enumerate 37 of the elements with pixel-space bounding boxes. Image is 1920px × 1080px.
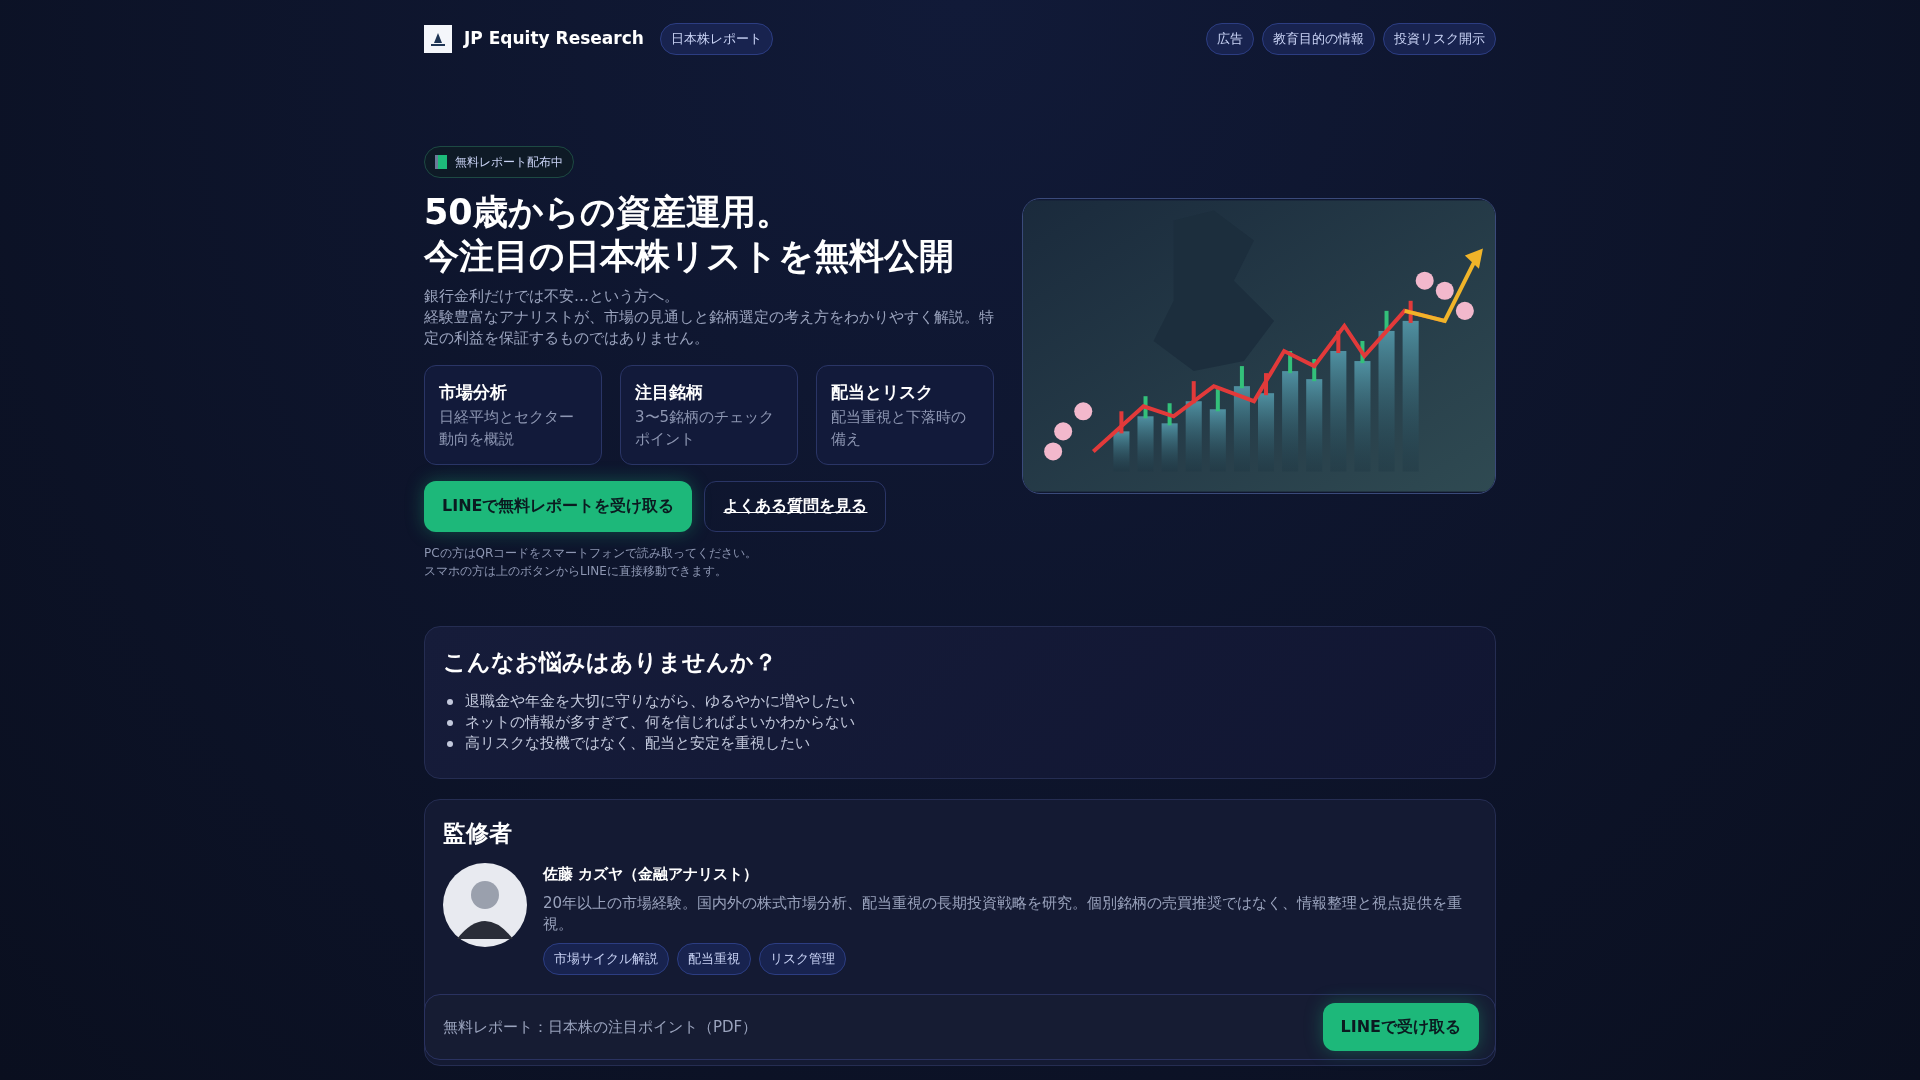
supervisor-bio: 20年以上の市場経験。国内外の株式市場分析、配当重視の長期投資戦略を研究。個別銘柄の売買推奨ではなく、情報整理と視点提供を重視。 bbox=[543, 893, 1464, 935]
feature-title: 配当とリスク bbox=[831, 381, 934, 404]
faq-button[interactable]: よくある質問を見る bbox=[704, 480, 887, 532]
brand-name: JP Equity Research bbox=[464, 27, 644, 51]
section-title: 監修者 bbox=[443, 819, 513, 848]
worry-text: 退職金や年金を大切に守りながら、ゆるやかに増やしたい bbox=[465, 691, 855, 712]
book-icon bbox=[435, 155, 447, 169]
bullet-icon bbox=[447, 740, 453, 747]
headline: 今注目の日本株リストを無料公開 bbox=[424, 235, 955, 278]
logo-icon bbox=[424, 25, 452, 53]
feature-text: 3〜5銘柄のチェックポイント bbox=[635, 406, 776, 450]
feature-title: 注目銘柄 bbox=[635, 381, 704, 404]
topic-tag: 市場サイクル解説 bbox=[543, 943, 669, 975]
line-receive-button[interactable]: LINEで受け取る bbox=[1322, 1003, 1479, 1051]
status-badge: 無料レポート配布中 bbox=[424, 146, 574, 178]
feature-title: 市場分析 bbox=[439, 381, 508, 404]
sticky-bar-text: 無料レポート：日本株の注目ポイント（PDF） bbox=[443, 1016, 758, 1038]
note-text: PCの方はQRコードをスマートフォンで読み取ってください。 bbox=[424, 544, 759, 562]
lead-text: 経験豊富なアナリストが、市場の見通しと銘柄選定の考え方をわかりやすく解説。特定の利益を保証するものではありません。 bbox=[424, 307, 994, 349]
note-text: スマホの方は上のボタンからLINEに直接移動できます。 bbox=[424, 562, 728, 580]
topic-tag: 配当重視 bbox=[677, 943, 751, 975]
topic-tag: リスク管理 bbox=[759, 943, 846, 975]
lead-text: 銀行金利だけでは不安…という方へ。 bbox=[424, 286, 680, 307]
category-badge: 日本株レポート bbox=[659, 23, 773, 55]
feature-text: 日経平均とセクター動向を概説 bbox=[439, 406, 575, 450]
supervisor-name: 佐藤 カズヤ（金融アナリスト） bbox=[543, 863, 760, 885]
worry-text: ネットの情報が多すぎて、何を信じればよいかわからない bbox=[465, 712, 855, 733]
bullet-icon bbox=[447, 719, 453, 726]
nav-link[interactable]: 教育目的の情報 bbox=[1262, 23, 1375, 55]
section-title: こんなお悩みはありませんか？ bbox=[443, 647, 778, 677]
nav-link[interactable]: 投資リスク開示 bbox=[1383, 23, 1496, 55]
feature-text: 配当重視と下落時の備え bbox=[831, 406, 967, 450]
worry-text: 高リスクな投機ではなく、配当と安定を重視したい bbox=[465, 733, 810, 754]
headline: 50歳からの資産運用。 bbox=[424, 191, 792, 234]
nav-link[interactable]: 広告 bbox=[1206, 23, 1254, 55]
bullet-icon bbox=[447, 698, 453, 705]
line-report-button[interactable]: LINEで無料レポートを受け取る bbox=[424, 480, 693, 532]
